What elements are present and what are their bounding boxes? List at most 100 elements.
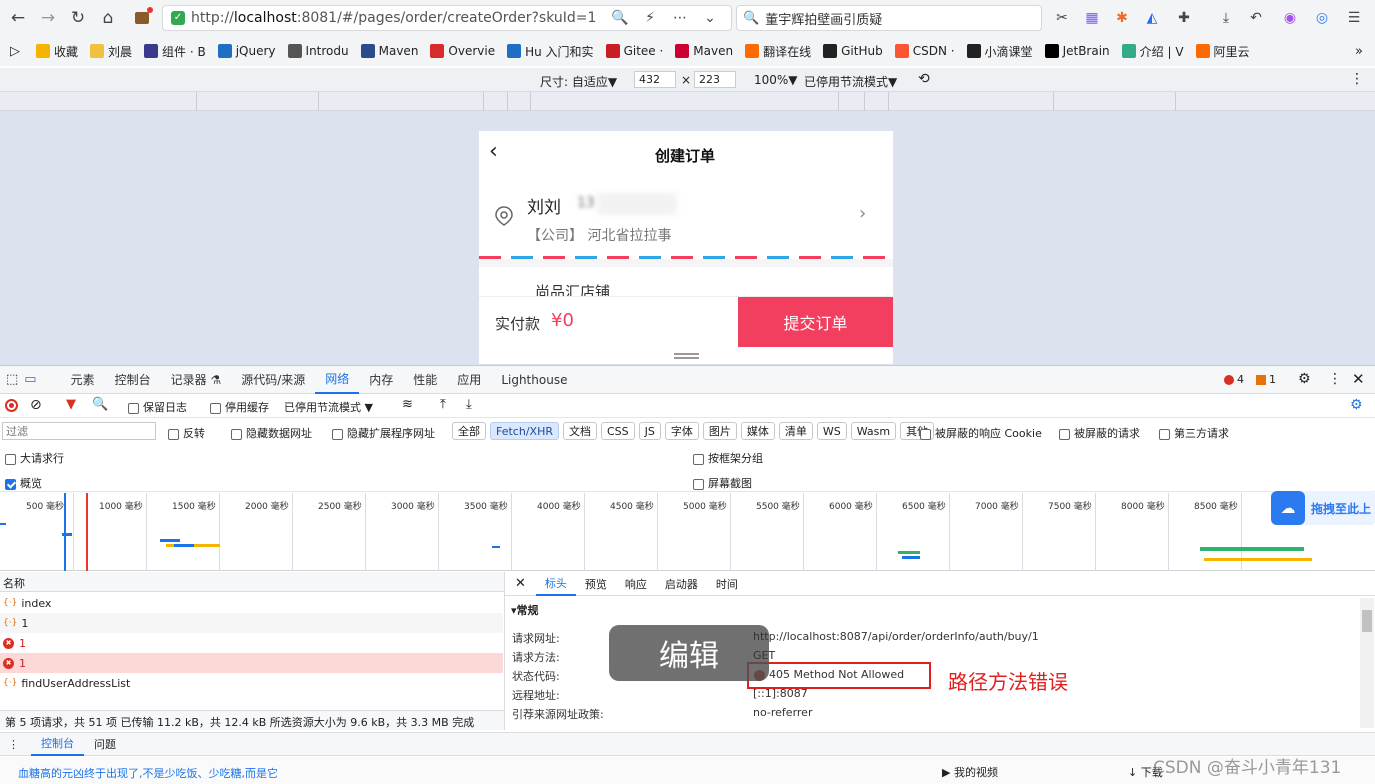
home-icon[interactable]: ⌂ [94, 4, 122, 32]
bookmark-item[interactable]: Gitee · [605, 44, 663, 58]
warning-counter[interactable]: 1 [1256, 373, 1276, 386]
request-row[interactable]: ✖ 1 [0, 633, 503, 653]
hide-data-urls-checkbox[interactable]: 隐藏数据网址 [231, 425, 312, 441]
type-filter-chip[interactable]: 图片 [702, 422, 737, 440]
devtools-tab[interactable]: 应用 [447, 366, 491, 394]
submit-order-button[interactable]: 提交订单 [738, 297, 893, 347]
drawer-tab[interactable]: 问题 [84, 732, 126, 756]
dimensions-select[interactable]: 尺寸: 自适应▼ [540, 73, 617, 90]
devtools-tab[interactable]: 源代码/来源 [231, 366, 315, 394]
undo-icon[interactable]: ↶ [1246, 8, 1266, 28]
height-input[interactable]: 223 [694, 71, 736, 88]
bookmark-item[interactable]: Hu 入门和实 [507, 43, 594, 60]
sync-icon[interactable]: ◎ [1312, 8, 1332, 28]
assistant-icon[interactable]: ◉ [1280, 8, 1300, 28]
more-vert-icon[interactable]: ⋮ [1328, 371, 1342, 387]
bookmark-item[interactable]: 组件 · B [144, 43, 206, 60]
sidebar-toggle-icon[interactable]: ▷ [10, 44, 20, 59]
bookmark-item[interactable]: Maven [675, 44, 733, 58]
devtools-tab[interactable]: 性能 [403, 366, 447, 394]
upload-icon[interactable]: ⤒ [440, 397, 446, 412]
edit-overlay-button[interactable]: 编辑 [609, 625, 769, 681]
detail-tab[interactable]: 预览 [576, 572, 616, 596]
reload-icon[interactable]: ↻ [64, 4, 92, 32]
devtools-tab[interactable]: 控制台 [105, 366, 161, 394]
header-value[interactable]: GET [753, 649, 775, 662]
detail-scrollbar[interactable] [1360, 598, 1374, 728]
group-by-frame-checkbox[interactable]: 按框架分组 [693, 450, 763, 466]
resize-handle[interactable] [674, 353, 699, 355]
bookmark-item[interactable]: Overvie [430, 44, 495, 58]
drawer-menu-icon[interactable]: ⋮ [8, 738, 19, 751]
general-section-title[interactable]: ▾常规 [511, 602, 539, 618]
detail-tab[interactable]: 启动器 [656, 572, 707, 596]
blocked-cookies-checkbox[interactable]: 被屏蔽的响应 Cookie [920, 425, 1042, 441]
screenshots-checkbox[interactable]: 屏幕截图 [693, 475, 752, 491]
more-vert-icon[interactable]: ⋮ [1350, 71, 1364, 87]
detail-tab[interactable]: 响应 [616, 572, 656, 596]
disable-cache-checkbox[interactable]: 停用缓存 [210, 399, 269, 415]
width-input[interactable]: 432 [634, 71, 676, 88]
type-filter-chip[interactable]: JS [638, 422, 661, 440]
type-filter-chip[interactable]: 文档 [562, 422, 597, 440]
bookmark-item[interactable]: Maven [360, 44, 418, 58]
more-icon[interactable]: ⋯ [670, 8, 690, 28]
error-counter[interactable]: 4 [1224, 373, 1244, 386]
ai-icon[interactable]: ◭ [1142, 8, 1162, 28]
header-value[interactable]: 405 Method Not Allowed [769, 668, 904, 681]
request-row[interactable]: {·} index [0, 593, 503, 613]
devtools-tab[interactable]: 内存 [359, 366, 403, 394]
flash-icon[interactable]: ⚡ [640, 8, 660, 28]
invert-checkbox[interactable]: 反转 [168, 425, 205, 441]
game-icon[interactable]: ✱ [1112, 8, 1132, 28]
type-filter-chip[interactable]: Fetch/XHR [490, 422, 559, 440]
bookmark-item[interactable]: 刘晨 [90, 43, 132, 60]
search-box[interactable]: 🔍 董宇辉拍壁画引质疑 [736, 5, 1042, 31]
network-overview-timeline[interactable]: 8500 毫秒 8000 毫秒 7500 毫秒 7000 毫秒 6500 毫秒 6000 … [0, 491, 1375, 571]
filter-input[interactable] [2, 422, 156, 440]
request-row[interactable]: ✖ 1 [0, 653, 503, 673]
type-filter-chip[interactable]: 字体 [664, 422, 699, 440]
overview-checkbox[interactable]: 概览 [5, 475, 42, 491]
search-icon[interactable]: 🔍 [92, 397, 108, 412]
back-icon[interactable]: ← [4, 4, 32, 32]
devtools-tab[interactable]: 元素 [61, 366, 105, 394]
preserve-log-checkbox[interactable]: 保留日志 [128, 399, 187, 415]
header-value[interactable]: no-referrer [753, 706, 812, 719]
drag-hint-widget[interactable]: ☁ 拖拽至此上 [1271, 491, 1375, 525]
devtools-tab[interactable]: 网络 [315, 366, 360, 394]
bookmark-item[interactable]: 翻译在线 [745, 43, 811, 60]
type-filter-chip[interactable]: WS [816, 422, 847, 440]
header-value[interactable]: [::1]:8087 [753, 687, 808, 700]
forward-icon[interactable]: → [34, 4, 62, 32]
detail-tab[interactable]: 时间 [707, 572, 747, 596]
throttle-select[interactable]: 已停用节流模式 ▼ [284, 399, 373, 415]
settings-icon[interactable]: ⚙ [1298, 371, 1311, 387]
zoom-icon[interactable]: 🔍 [610, 8, 630, 28]
extension-icon[interactable] [128, 4, 156, 32]
bookmark-item[interactable]: Introdu [287, 44, 349, 58]
console-message[interactable]: 血糖高的元凶终于出现了,不是少吃饭、少吃糖,而是它 [18, 765, 278, 781]
clear-icon[interactable]: ⊘ [30, 397, 42, 413]
bookmark-item[interactable]: GitHub [823, 44, 883, 58]
throttle-select[interactable]: 已停用节流模式▼ [804, 73, 897, 90]
bookmark-item[interactable]: 阿里云 [1195, 43, 1250, 60]
back-arrow-icon[interactable]: ‹ [489, 139, 498, 164]
wifi-icon[interactable]: ≋ [402, 397, 413, 412]
bookmark-item[interactable]: 小滴课堂 [966, 43, 1033, 60]
bookmark-item[interactable]: JetBrain [1044, 44, 1110, 58]
puzzle-icon[interactable]: ✚ [1174, 8, 1194, 28]
devtools-tab[interactable]: 记录器 ⚗ [161, 366, 232, 394]
inspect-icon[interactable]: ⬚ [6, 372, 18, 387]
network-settings-icon[interactable]: ⚙ [1350, 397, 1363, 413]
bookmark-item[interactable]: 介绍 | V [1121, 43, 1184, 60]
notes-icon[interactable]: ▦ [1082, 8, 1102, 28]
third-party-checkbox[interactable]: 第三方请求 [1159, 425, 1229, 441]
blocked-requests-checkbox[interactable]: 被屏蔽的请求 [1059, 425, 1140, 441]
big-rows-checkbox[interactable]: 大请求行 [5, 450, 64, 466]
zoom-select[interactable]: 100%▼ [754, 73, 798, 87]
download-icon[interactable]: ⤓ [1216, 8, 1236, 28]
type-filter-chip[interactable]: 媒体 [740, 422, 775, 440]
type-filter-chip[interactable]: 全部 [452, 422, 486, 440]
filter-icon[interactable]: ▼ [66, 397, 76, 412]
